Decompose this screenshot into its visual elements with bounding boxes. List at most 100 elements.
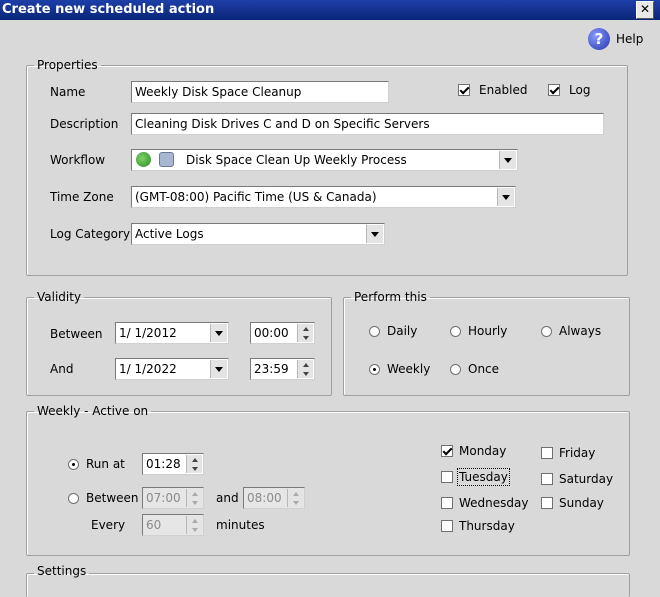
- end-time-spinner[interactable]: [297, 360, 313, 378]
- perform-daily-radio[interactable]: Daily: [369, 324, 417, 338]
- every-label: Every: [91, 518, 126, 532]
- friday-label: Friday: [559, 446, 596, 460]
- validity-end-date[interactable]: 1/ 1/2022: [115, 358, 229, 380]
- help-label: Help: [616, 32, 644, 46]
- tuesday-label: Tuesday: [457, 468, 510, 486]
- workflow-combo[interactable]: Disk Space Clean Up Weekly Process: [131, 149, 518, 171]
- day-tuesday-checkbox[interactable]: Tuesday: [441, 468, 510, 486]
- perform-weekly-label: Weekly: [387, 362, 431, 376]
- every-value: 60: [146, 518, 162, 532]
- enabled-check-box[interactable]: [458, 84, 470, 96]
- perform-group: Perform this: [343, 290, 630, 396]
- every-minutes-field[interactable]: 60: [142, 514, 204, 536]
- workflow-value: Disk Space Clean Up Weekly Process: [186, 153, 407, 167]
- validity-start-time[interactable]: 00:00: [250, 322, 315, 344]
- settings-group: Settings: [26, 564, 630, 597]
- perform-daily-label: Daily: [387, 324, 418, 338]
- settings-legend: Settings: [37, 564, 87, 578]
- monday-label: Monday: [459, 444, 507, 458]
- window-title: Create new scheduled action: [2, 2, 215, 17]
- start-date-dropdown-arrow[interactable]: [210, 324, 227, 342]
- validity-end-date-value: 1/ 1/2022: [119, 362, 177, 376]
- close-button[interactable]: ✕: [636, 1, 654, 19]
- validity-start-date[interactable]: 1/ 1/2012: [115, 322, 229, 344]
- sunday-check-box[interactable]: [541, 497, 553, 509]
- between-to-time[interactable]: 08:00: [243, 487, 305, 509]
- perform-always-dot[interactable]: [541, 325, 552, 337]
- tuesday-check-box[interactable]: [441, 471, 453, 483]
- start-time-spinner[interactable]: [297, 324, 313, 342]
- name-label: Name: [50, 85, 86, 99]
- wednesday-check-box[interactable]: [441, 497, 453, 509]
- saturday-label: Saturday: [559, 472, 614, 486]
- between-from-spinner[interactable]: [186, 489, 202, 507]
- day-friday-checkbox[interactable]: Friday: [541, 446, 595, 460]
- end-date-dropdown-arrow[interactable]: [210, 360, 227, 378]
- description-label: Description: [50, 117, 119, 131]
- run-at-spinner[interactable]: [186, 455, 202, 473]
- thursday-check-box[interactable]: [441, 520, 453, 532]
- run-at-radio[interactable]: Run at: [68, 457, 125, 471]
- weekly-and-label: and: [216, 491, 239, 505]
- logcategory-label: Log Category: [50, 227, 131, 241]
- run-at-value: 01:28: [146, 457, 181, 471]
- title-bar: Create new scheduled action ✕: [0, 0, 660, 20]
- timezone-label: Time Zone: [50, 190, 114, 204]
- close-icon: ✕: [639, 2, 651, 16]
- description-field[interactable]: Cleaning Disk Drives C and D on Specific…: [131, 113, 604, 135]
- run-at-dot[interactable]: [68, 458, 79, 470]
- perform-hourly-dot[interactable]: [450, 325, 461, 337]
- perform-once-dot[interactable]: [450, 363, 461, 375]
- timezone-dropdown-arrow[interactable]: [497, 188, 514, 206]
- log-check-box[interactable]: [548, 84, 560, 96]
- help-icon: ?: [588, 28, 610, 50]
- log-label: Log: [569, 83, 591, 97]
- run-at-time[interactable]: 01:28: [142, 453, 204, 475]
- validity-between-label: Between: [50, 327, 103, 341]
- day-saturday-checkbox[interactable]: Saturday: [541, 472, 613, 486]
- validity-end-time[interactable]: 23:59: [250, 358, 315, 380]
- every-spinner[interactable]: [186, 516, 202, 534]
- enabled-checkbox[interactable]: Enabled: [458, 83, 528, 97]
- friday-check-box[interactable]: [541, 447, 553, 459]
- name-field[interactable]: Weekly Disk Space Cleanup: [131, 81, 389, 103]
- perform-hourly-label: Hourly: [468, 324, 508, 338]
- workflow-run-icon: [136, 152, 151, 167]
- enabled-label: Enabled: [479, 83, 528, 97]
- day-thursday-checkbox[interactable]: Thursday: [441, 519, 515, 533]
- monday-check-box[interactable]: [441, 445, 453, 457]
- day-wednesday-checkbox[interactable]: Wednesday: [441, 496, 528, 510]
- thursday-label: Thursday: [459, 519, 515, 533]
- between-from-time[interactable]: 07:00: [142, 487, 204, 509]
- validity-end-time-value: 23:59: [254, 362, 289, 376]
- workflow-document-icon: [159, 152, 174, 167]
- logcategory-dropdown-arrow[interactable]: [366, 225, 383, 243]
- help-button[interactable]: ? Help: [588, 28, 643, 50]
- run-at-label: Run at: [86, 457, 125, 471]
- perform-once-radio[interactable]: Once: [450, 362, 499, 376]
- perform-daily-dot[interactable]: [369, 325, 380, 337]
- perform-weekly-dot[interactable]: [369, 363, 380, 375]
- logcategory-combo[interactable]: Active Logs: [131, 223, 385, 245]
- timezone-combo[interactable]: (GMT-08:00) Pacific Time (US & Canada): [131, 186, 516, 208]
- between-dot[interactable]: [68, 492, 79, 504]
- workflow-dropdown-arrow[interactable]: [499, 151, 516, 169]
- perform-always-label: Always: [559, 324, 602, 338]
- day-monday-checkbox[interactable]: Monday: [441, 444, 506, 458]
- day-sunday-checkbox[interactable]: Sunday: [541, 496, 604, 510]
- validity-and-label: And: [50, 362, 74, 376]
- between-radio[interactable]: Between: [68, 491, 139, 505]
- perform-hourly-radio[interactable]: Hourly: [450, 324, 507, 338]
- between-to-spinner[interactable]: [287, 489, 303, 507]
- between-from-value: 07:00: [146, 491, 181, 505]
- timezone-value: (GMT-08:00) Pacific Time (US & Canada): [135, 190, 377, 204]
- validity-legend: Validity: [37, 290, 82, 304]
- perform-always-radio[interactable]: Always: [541, 324, 601, 338]
- weekly-legend: Weekly - Active on: [37, 404, 149, 418]
- saturday-check-box[interactable]: [541, 473, 553, 485]
- log-checkbox[interactable]: Log: [548, 83, 590, 97]
- perform-once-label: Once: [468, 362, 500, 376]
- perform-weekly-radio[interactable]: Weekly: [369, 362, 430, 376]
- workflow-label: Workflow: [50, 153, 106, 167]
- between-to-value: 08:00: [247, 491, 282, 505]
